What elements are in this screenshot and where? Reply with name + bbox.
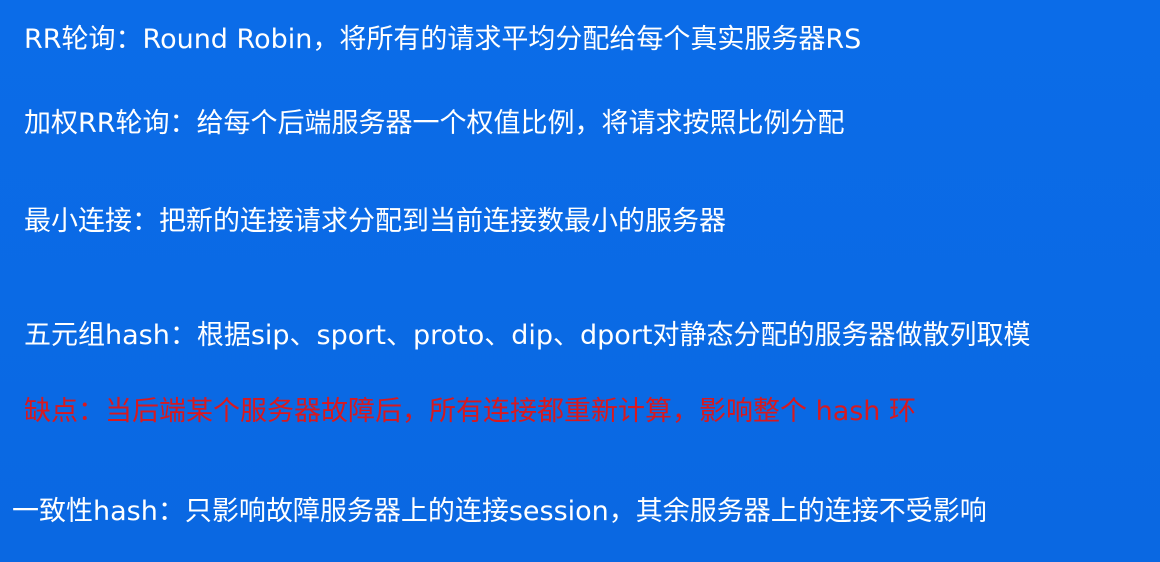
drawback-text: 缺点：当后端某个服务器故障后，所有连接都重新计算，影响整个 hash 环 xyxy=(24,396,917,427)
consistent-hash-text: 一致性hash：只影响故障服务器上的连接session，其余服务器上的连接不受影… xyxy=(12,496,987,527)
slide-background: RR轮询：Round Robin，将所有的请求平均分配给每个真实服务器RS 加权… xyxy=(0,0,1160,562)
rr-round-robin-text: RR轮询：Round Robin，将所有的请求平均分配给每个真实服务器RS xyxy=(24,24,862,55)
weighted-rr-text: 加权RR轮询：给每个后端服务器一个权值比例，将请求按照比例分配 xyxy=(24,108,845,139)
least-connection-text: 最小连接：把新的连接请求分配到当前连接数最小的服务器 xyxy=(24,206,726,237)
five-tuple-hash-text: 五元组hash：根据sip、sport、proto、dip、dport对静态分配… xyxy=(24,320,1031,351)
